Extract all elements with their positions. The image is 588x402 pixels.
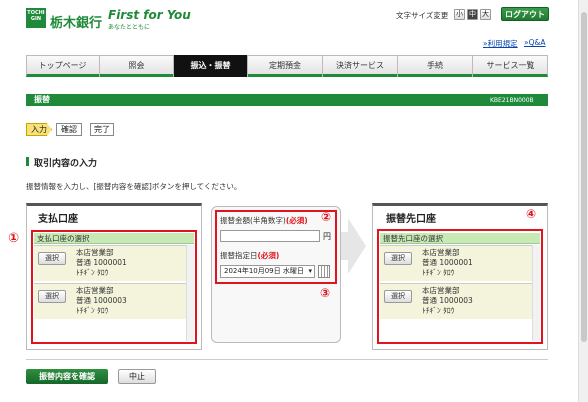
amount-label: 振替金額(半角数字)(必須) [220, 216, 308, 225]
nav-transfer[interactable]: 振込・振替 [174, 55, 248, 77]
confirm-button[interactable]: 振替内容を確認 [26, 369, 108, 384]
yen-label: 円 [323, 232, 331, 241]
destination-subhead: 振替先口座の選択 [380, 233, 540, 244]
nav-service-list[interactable]: サービス一覧 [473, 55, 548, 77]
nav-payment-services[interactable]: 決済サービス [323, 55, 398, 77]
window-scrollbar[interactable] [578, 0, 588, 402]
date-select[interactable]: 2024年10月09日 水曜日 ▾ [220, 265, 315, 278]
section-marker [26, 157, 29, 166]
source-account-row-1: 選択 本店営業部 普通 1000001 ﾄﾁｷﾞﾝ ﾀﾛｳ [34, 245, 186, 281]
logout-button[interactable]: ログアウト [501, 7, 549, 21]
nav-time-deposit[interactable]: 定期預金 [248, 55, 323, 77]
source-account-row-2: 選択 本店営業部 普通 1000003 ﾄﾁｷﾞﾝ ﾀﾛｳ [34, 283, 186, 319]
amount-input[interactable] [220, 230, 320, 242]
terms-link[interactable]: »利用規定 [483, 38, 518, 49]
font-size-medium-button[interactable]: 中 [467, 9, 478, 20]
step-confirm: 確認 [56, 123, 82, 136]
window-scrollbar-thumb[interactable] [581, 12, 587, 342]
destination-account-row-1: 選択 本店営業部 普通 1000001 ﾄﾁｷﾞﾝ ﾀﾛｳ [380, 245, 532, 281]
nav-inquiry[interactable]: 照会 [100, 55, 174, 77]
page-title-bar [26, 94, 548, 106]
destination-account-title: 振替先口座 [386, 214, 436, 225]
source-select-button-2[interactable]: 選択 [38, 290, 66, 303]
source-subhead: 支払口座の選択 [34, 233, 194, 244]
nav-procedures[interactable]: 手続 [398, 55, 473, 77]
date-marker-number: ③ [320, 286, 331, 300]
footer-divider [26, 359, 548, 360]
source-marker-number: ① [8, 231, 20, 246]
nav-top[interactable]: トップページ [26, 55, 100, 77]
calendar-icon[interactable] [318, 265, 330, 278]
destination-scrollbar[interactable] [532, 245, 540, 341]
destination-select-button-1[interactable]: 選択 [384, 252, 412, 265]
cancel-button[interactable]: 中止 [118, 369, 156, 384]
page-title: 振替 [34, 95, 50, 104]
destination-account-row-2: 選択 本店営業部 普通 1000003 ﾄﾁｷﾞﾝ ﾀﾛｳ [380, 283, 532, 319]
bank-logo-mark: TOCHIGIN [26, 8, 46, 28]
font-size-large-button[interactable]: 大 [480, 9, 491, 20]
date-label: 振替指定日(必須) [220, 251, 280, 260]
slogan: First for You あなたとともに [108, 8, 191, 31]
step-input: 入力 [26, 123, 52, 136]
destination-marker-number: ④ [526, 207, 537, 221]
qa-link[interactable]: »Q&A [524, 38, 545, 47]
instruction-text: 振替情報を入力し、[振替内容を確認]ボタンを押してください。 [26, 182, 242, 191]
bank-name: 栃木銀行 [50, 16, 103, 31]
source-scrollbar[interactable] [186, 245, 194, 341]
destination-select-button-2[interactable]: 選択 [384, 290, 412, 303]
screen-code: KBE21BN000B [490, 97, 534, 104]
source-account-title: 支払口座 [38, 214, 78, 225]
chevron-down-icon: ▾ [308, 267, 312, 275]
source-select-button-1[interactable]: 選択 [38, 252, 66, 265]
section-title: 取引内容の入力 [34, 159, 98, 169]
amount-marker-number: ② [321, 210, 332, 224]
font-size-label: 文字サイズ変更 [396, 11, 449, 20]
step-complete: 完了 [90, 123, 114, 136]
font-size-small-button[interactable]: 小 [454, 9, 465, 20]
